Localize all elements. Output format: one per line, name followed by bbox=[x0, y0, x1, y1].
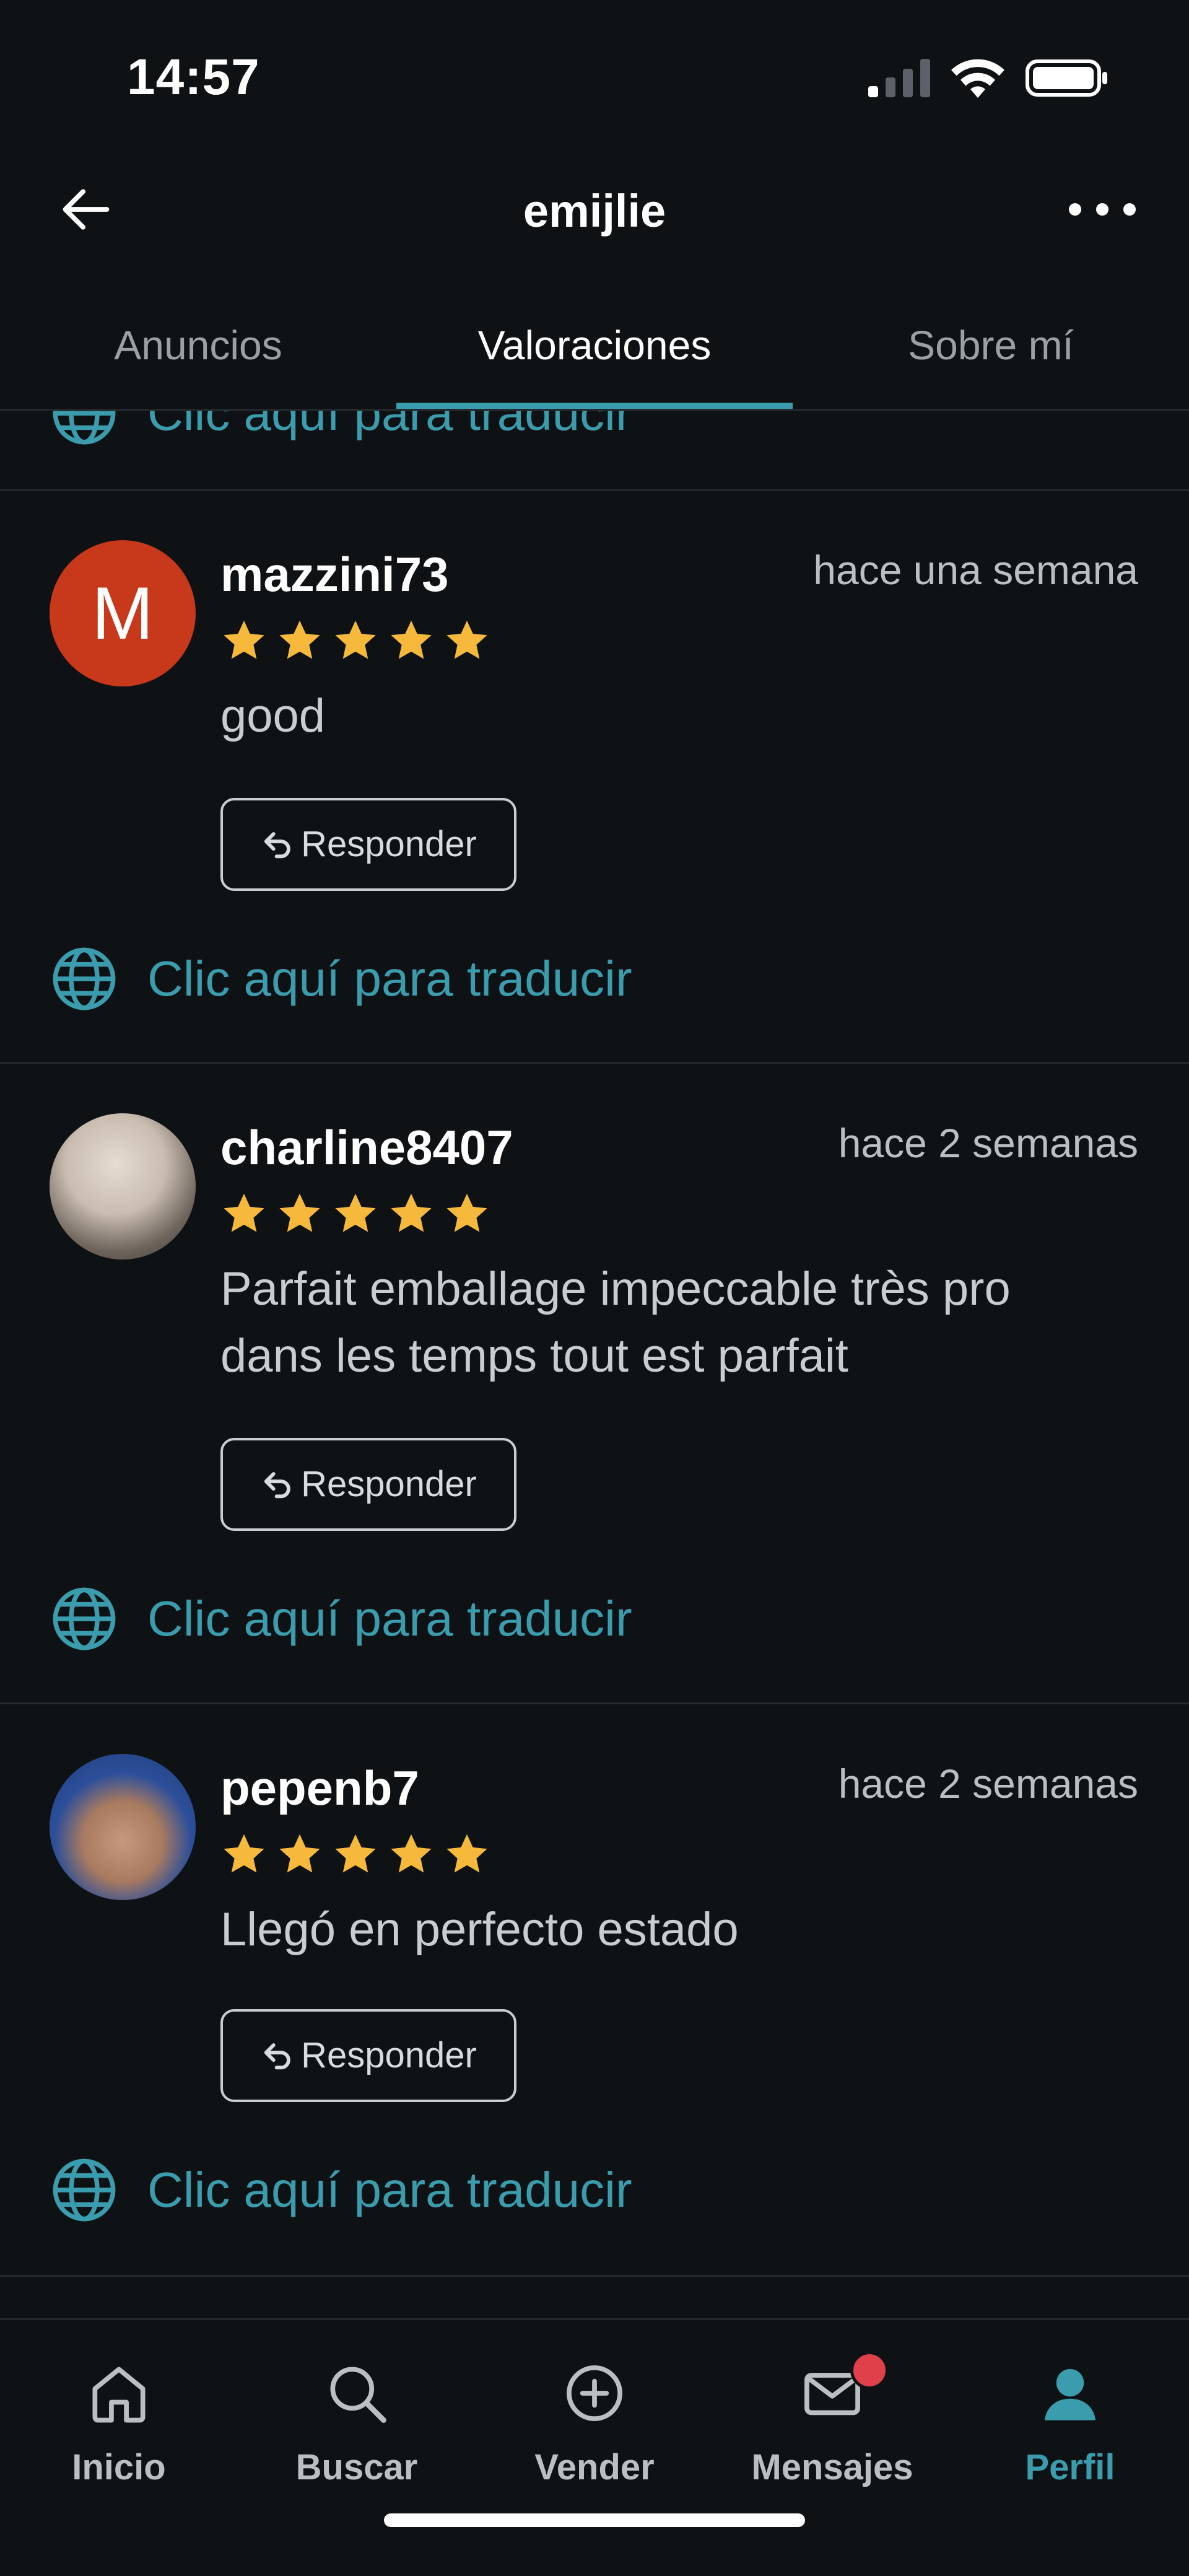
star-icon bbox=[276, 1831, 323, 1878]
divider bbox=[0, 2275, 1189, 2277]
reviewer-username[interactable]: pepenb7 bbox=[220, 1760, 419, 1816]
previous-review-clip: Clic aquí para traducir bbox=[0, 411, 1189, 489]
star-icon bbox=[443, 1190, 490, 1237]
review-date: hace 2 semanas bbox=[838, 1761, 1138, 1807]
star-icon bbox=[276, 1190, 323, 1237]
tab-valoraciones[interactable]: Valoraciones bbox=[396, 282, 793, 409]
status-bar: 14:57 bbox=[0, 0, 1189, 155]
review-comment: Parfait emballage impeccable très pro da… bbox=[220, 1263, 1011, 1382]
more-options-icon[interactable] bbox=[1066, 192, 1138, 227]
review-date: hace 2 semanas bbox=[838, 1120, 1138, 1166]
avatar[interactable] bbox=[50, 1113, 196, 1260]
top-bar: emijlie bbox=[0, 155, 1189, 279]
home-indicator bbox=[384, 2513, 805, 2527]
tab-anuncios[interactable]: Anuncios bbox=[0, 282, 396, 409]
tab-sobre-mi[interactable]: Sobre mí bbox=[793, 282, 1189, 409]
rating-stars bbox=[220, 617, 499, 667]
profile-icon bbox=[1044, 2368, 1096, 2420]
star-icon bbox=[332, 1831, 379, 1878]
avatar[interactable] bbox=[50, 1754, 196, 1900]
reply-icon bbox=[260, 826, 296, 862]
avatar[interactable]: M bbox=[50, 540, 196, 686]
reply-button[interactable]: Responder bbox=[220, 2009, 516, 2102]
star-icon bbox=[443, 617, 490, 664]
star-icon bbox=[388, 1831, 435, 1878]
reply-button[interactable]: Responder bbox=[220, 798, 516, 891]
notification-badge bbox=[850, 2351, 889, 2390]
nav-buscar[interactable]: Buscar bbox=[238, 2357, 476, 2518]
signal-icon bbox=[868, 59, 930, 97]
star-icon bbox=[220, 1831, 268, 1878]
globe-icon bbox=[50, 2155, 119, 2225]
nav-perfil[interactable]: Perfil bbox=[951, 2357, 1189, 2518]
nav-mensajes[interactable]: Mensajes bbox=[713, 2351, 951, 2518]
globe-icon bbox=[50, 1584, 119, 1654]
divider bbox=[0, 1702, 1189, 1704]
page-title: emijlie bbox=[523, 185, 666, 237]
divider bbox=[0, 489, 1189, 491]
reviewer-username[interactable]: mazzini73 bbox=[220, 546, 448, 603]
review-comment: good bbox=[220, 690, 326, 742]
rating-stars bbox=[220, 1190, 499, 1240]
divider bbox=[0, 1062, 1189, 1064]
home-icon bbox=[92, 2367, 146, 2423]
rating-stars bbox=[220, 1831, 499, 1880]
reply-icon bbox=[260, 1466, 296, 1502]
globe-icon bbox=[50, 411, 119, 448]
nav-vender[interactable]: Vender bbox=[476, 2357, 713, 2518]
profile-tabs: Anuncios Valoraciones Sobre mí bbox=[0, 282, 1189, 411]
status-time: 14:57 bbox=[127, 49, 260, 105]
star-icon bbox=[220, 1190, 268, 1237]
globe-icon bbox=[50, 944, 119, 1014]
active-tab-indicator bbox=[396, 403, 793, 409]
reviewer-username[interactable]: charline8407 bbox=[220, 1119, 513, 1176]
bottom-navigation: Inicio Buscar Vender Mensajes Perfil bbox=[0, 2318, 1189, 2576]
star-icon bbox=[388, 1190, 435, 1237]
review-date: hace una semana bbox=[813, 547, 1138, 593]
reply-icon bbox=[260, 2038, 296, 2074]
nav-inicio[interactable]: Inicio bbox=[0, 2357, 238, 2518]
add-circle-icon bbox=[567, 2365, 622, 2421]
wifi-icon bbox=[951, 59, 1004, 98]
star-icon bbox=[276, 617, 323, 664]
search-icon bbox=[330, 2367, 386, 2423]
reply-button[interactable]: Responder bbox=[220, 1438, 516, 1531]
battery-icon bbox=[1026, 59, 1107, 97]
star-icon bbox=[388, 617, 435, 664]
star-icon bbox=[332, 617, 379, 664]
star-icon bbox=[220, 617, 268, 664]
star-icon bbox=[443, 1831, 490, 1878]
review-comment: Llegó en perfecto estado bbox=[220, 1903, 739, 1956]
star-icon bbox=[332, 1190, 379, 1237]
